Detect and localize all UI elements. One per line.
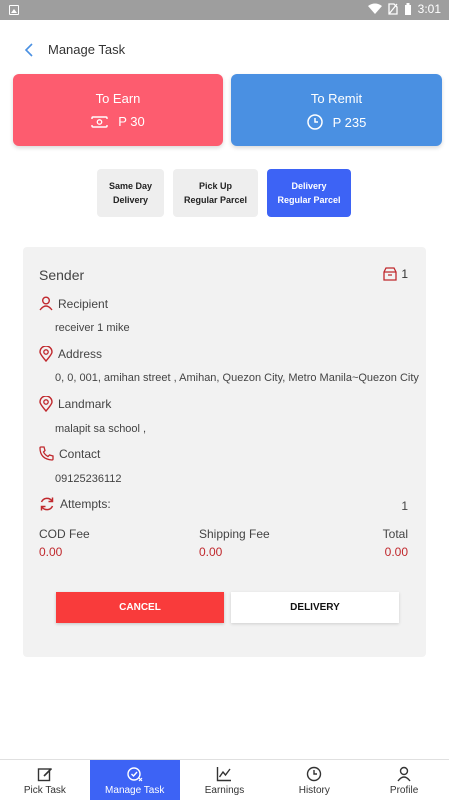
location-pin-icon [39, 346, 53, 362]
clock-icon [306, 114, 323, 130]
contact-label: Contact [39, 446, 100, 461]
attempts-value: 1 [401, 499, 408, 513]
to-remit-card: To Remit P 235 [231, 74, 442, 146]
bottom-navigation: Pick Task Manage Task Earnings History P… [0, 759, 449, 800]
nav-history[interactable]: History [269, 760, 359, 800]
nav-earnings[interactable]: Earnings [180, 760, 270, 800]
header: Manage Task [24, 42, 125, 57]
task-check-icon [126, 766, 143, 781]
task-card: Sender 1 Recipient receiver 1 mike Addre… [23, 247, 426, 657]
back-arrow-icon[interactable] [24, 42, 36, 57]
recipient-label: Recipient [39, 296, 108, 311]
edit-icon [37, 767, 52, 781]
tab-delivery-regular-parcel[interactable]: Delivery Regular Parcel [267, 169, 351, 217]
cod-fee: COD Fee 0.00 [39, 527, 90, 559]
attempts-label: Attempts: [39, 496, 111, 512]
nav-profile[interactable]: Profile [359, 760, 449, 800]
delivery-button[interactable]: DELIVERY [231, 592, 399, 623]
total-value: 0.00 [384, 545, 408, 559]
status-time: 3:01 [417, 2, 441, 16]
tab-same-day-delivery[interactable]: Same Day Delivery [97, 169, 164, 217]
phone-icon [39, 446, 54, 461]
shipping-fee-value: 0.00 [199, 545, 223, 559]
address-value: 0, 0, 001, amihan street , Amihan, Quezo… [55, 372, 419, 384]
location-pin-icon [39, 396, 53, 412]
recipient-value: receiver 1 mike [55, 322, 130, 334]
to-remit-value-row: P 235 [231, 114, 442, 130]
package-icon [383, 267, 397, 281]
nav-pick-task[interactable]: Pick Task [0, 760, 90, 800]
to-earn-value-row: P 30 [13, 114, 223, 129]
to-earn-value: P 30 [118, 114, 145, 129]
cancel-button[interactable]: CANCEL [56, 592, 224, 623]
package-count: 1 [383, 267, 408, 281]
to-earn-card: To Earn P 30 [13, 74, 223, 146]
person-icon [39, 296, 53, 311]
to-earn-label: To Earn [95, 91, 141, 106]
chart-icon [217, 766, 232, 781]
to-remit-value: P 235 [332, 114, 367, 130]
address-label: Address [39, 346, 102, 362]
contact-value: 09125236112 [55, 473, 122, 485]
battery-icon [404, 2, 411, 15]
shipping-fee: Shipping Fee 0.00 [199, 527, 270, 559]
sender-label: Sender [39, 267, 85, 283]
user-icon [397, 766, 411, 781]
tab-pick-up-regular-parcel[interactable]: Pick Up Regular Parcel [173, 169, 258, 217]
refresh-icon [40, 497, 54, 511]
nav-manage-task[interactable]: Manage Task [89, 760, 180, 800]
total: Total 0.00 [382, 527, 408, 559]
wifi-icon [367, 3, 382, 14]
cash-icon [91, 115, 109, 128]
clock-icon [307, 766, 322, 781]
gallery-icon [9, 5, 19, 15]
landmark-value: malapit sa school , [55, 423, 147, 435]
status-bar: 3:01 [0, 0, 449, 20]
page-title: Manage Task [48, 42, 126, 57]
no-sim-icon [387, 3, 398, 15]
to-remit-label: To Remit [310, 91, 363, 106]
landmark-label: Landmark [39, 396, 111, 412]
cod-fee-value: 0.00 [39, 545, 63, 559]
